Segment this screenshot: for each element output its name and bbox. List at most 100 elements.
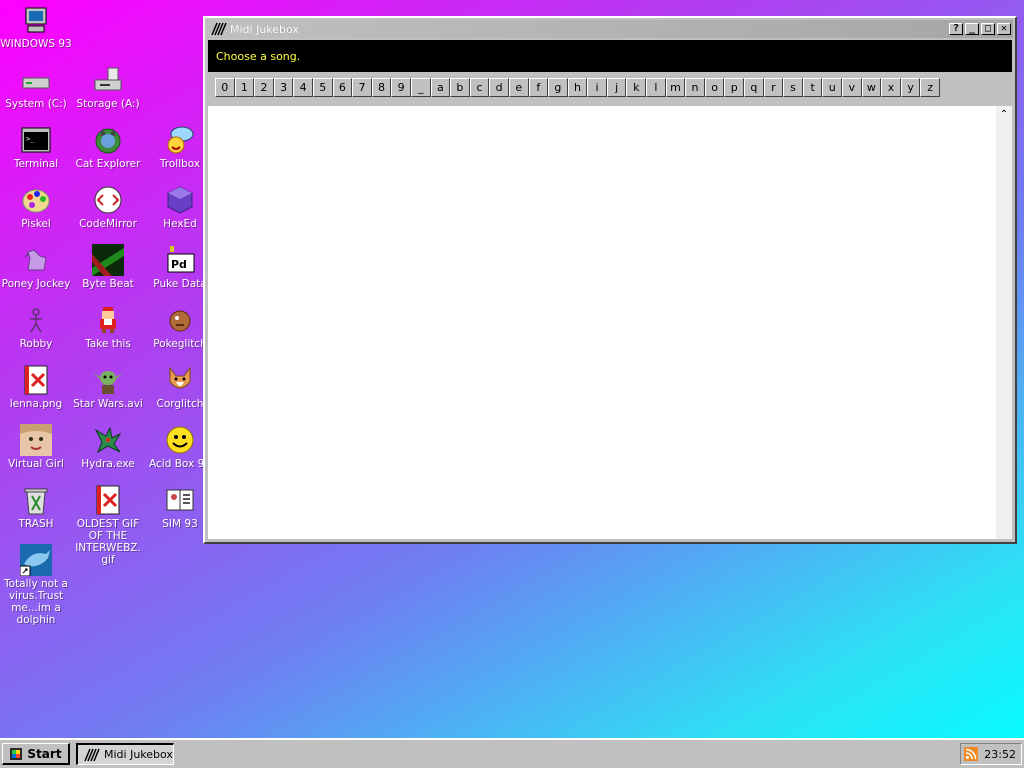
- letter-button[interactable]: v: [842, 78, 862, 97]
- letter-button[interactable]: 0: [215, 78, 235, 97]
- letter-button[interactable]: 1: [234, 78, 255, 97]
- song-prompt: Choose a song.: [216, 49, 301, 63]
- letter-button[interactable]: m: [665, 78, 686, 97]
- letter-button[interactable]: 2: [254, 78, 274, 97]
- desktop-icon-label: Totally not a virus.Trust me...im a dolp…: [4, 578, 68, 626]
- letter-button[interactable]: _: [410, 78, 431, 97]
- letter-button[interactable]: s: [783, 78, 803, 97]
- start-button[interactable]: Start: [2, 743, 70, 765]
- desktop-icon-oldest-gif[interactable]: OLDEST GIF OF THE INTERWEBZ.gif: [72, 484, 144, 566]
- letter-button[interactable]: f: [528, 78, 549, 97]
- desktop-icon-label: Storage (A:): [76, 98, 140, 110]
- desktop-icon-label: Terminal: [13, 158, 59, 170]
- desktop-icon-dolphin[interactable]: Totally not a virus.Trust me...im a dolp…: [0, 544, 72, 626]
- letter-button[interactable]: 9: [391, 78, 411, 97]
- taskbar-item-midi-jukebox[interactable]: Midi Jukebox: [76, 743, 174, 765]
- desktop-icon-codemirror[interactable]: CodeMirror: [72, 184, 144, 230]
- letter-button[interactable]: 5: [312, 78, 333, 97]
- window-title: Midi Jukebox: [230, 22, 299, 36]
- desktop-icon-storage-a[interactable]: Storage (A:): [72, 64, 144, 110]
- letter-button[interactable]: i: [587, 78, 607, 97]
- midi-jukebox-window[interactable]: Midi Jukebox ? _ □ ✕ Choose a song. 0 1 …: [203, 16, 1017, 544]
- desktop-icon-robby[interactable]: Robby: [0, 304, 72, 350]
- letter-button[interactable]: 6: [332, 78, 353, 97]
- letter-button[interactable]: d: [489, 78, 509, 97]
- letter-button[interactable]: u: [822, 78, 842, 97]
- desktop-icon-lenna[interactable]: lenna.png: [0, 364, 72, 410]
- desktop-icon-label: CodeMirror: [79, 218, 137, 230]
- letter-button[interactable]: j: [606, 78, 627, 97]
- desktop-icon-label: lenna.png: [9, 398, 63, 410]
- sim-book-icon: [166, 489, 194, 511]
- palette-icon: [22, 189, 50, 213]
- letter-button[interactable]: b: [450, 78, 470, 97]
- desktop-icon-windows93[interactable]: WINDOWS 93: [0, 4, 72, 50]
- desktop-icon-label: Poney Jockey: [1, 278, 71, 290]
- desktop-icon-piskel[interactable]: Piskel: [0, 184, 72, 230]
- letter-button[interactable]: e: [508, 78, 529, 97]
- desktop-icon-take-this[interactable]: Take this: [72, 304, 144, 350]
- letter-button[interactable]: q: [744, 78, 764, 97]
- corgi-icon: [169, 366, 191, 389]
- desktop-icon-label: TRASH: [18, 518, 54, 530]
- desktop-icon-label: System (C:): [5, 98, 67, 110]
- letter-button[interactable]: x: [881, 78, 901, 97]
- desktop-icon-cat-explorer[interactable]: Cat Explorer: [72, 124, 144, 170]
- cat-globe-icon: [95, 128, 121, 154]
- letter-button[interactable]: c: [469, 78, 490, 97]
- image-file-icon: [24, 365, 48, 395]
- computer-icon: [25, 7, 47, 33]
- letter-button[interactable]: t: [802, 78, 823, 97]
- yoda-icon: [93, 371, 123, 394]
- desktop-icon-hydra[interactable]: Hydra.exe: [72, 424, 144, 470]
- pd-icon: Pd: [167, 246, 195, 273]
- taskbar: Start Midi Jukebox 23:52: [0, 738, 1024, 768]
- desktop-icon-poney-jockey[interactable]: Poney Jockey: [0, 244, 72, 290]
- letter-button[interactable]: p: [724, 78, 745, 97]
- code-icon: [94, 186, 122, 214]
- letter-button[interactable]: r: [763, 78, 784, 97]
- maximize-button[interactable]: □: [981, 23, 995, 35]
- letter-button[interactable]: o: [704, 78, 725, 97]
- desktop-icon-star-wars[interactable]: Star Wars.avi: [72, 364, 144, 410]
- letter-button[interactable]: y: [900, 78, 921, 97]
- letter-button[interactable]: z: [920, 78, 940, 97]
- song-list[interactable]: ⌃: [208, 106, 1012, 539]
- scroll-up-icon[interactable]: ⌃: [998, 110, 1010, 120]
- letter-button[interactable]: g: [548, 78, 568, 97]
- svg-text:>_: >_: [26, 135, 35, 143]
- face-icon: [20, 424, 52, 456]
- dolphin-icon: [20, 544, 52, 576]
- close-button[interactable]: ✕: [997, 23, 1011, 35]
- letter-button[interactable]: h: [567, 78, 588, 97]
- letter-button[interactable]: 8: [371, 78, 392, 97]
- letter-button[interactable]: a: [430, 78, 451, 97]
- desktop-icon-virtual-girl[interactable]: Virtual Girl: [0, 424, 72, 470]
- rss-icon[interactable]: [964, 747, 979, 761]
- desktop-icon-label: OLDEST GIF OF THE INTERWEBZ.gif: [75, 518, 141, 566]
- clock: 23:52: [984, 747, 1016, 761]
- scrollbar[interactable]: ⌃: [996, 106, 1012, 539]
- desktop-icon-system-c[interactable]: System (C:): [0, 64, 72, 110]
- letter-button[interactable]: w: [861, 78, 882, 97]
- desktop-icon-byte-beat[interactable]: Byte Beat: [72, 244, 144, 290]
- letter-button[interactable]: 4: [293, 78, 313, 97]
- minimize-button[interactable]: _: [965, 23, 979, 35]
- letter-button[interactable]: l: [646, 78, 666, 97]
- desktop-icon-label: Byte Beat: [82, 278, 134, 290]
- byte-beat-icon: [92, 244, 124, 276]
- help-button[interactable]: ?: [949, 23, 963, 35]
- terminal-icon: >_: [21, 127, 51, 153]
- letter-button[interactable]: n: [685, 78, 705, 97]
- stick-figure-icon: [30, 308, 42, 333]
- desktop-icon-trash[interactable]: TRASH: [0, 484, 72, 530]
- desktop-icon-label: Take this: [85, 338, 131, 350]
- pony-icon: [24, 249, 47, 271]
- letter-button[interactable]: 3: [273, 78, 294, 97]
- pixel-character-icon: [100, 307, 116, 333]
- trash-icon: [24, 488, 48, 515]
- letter-button[interactable]: 7: [352, 78, 372, 97]
- desktop-icon-terminal[interactable]: >_ Terminal: [0, 124, 72, 170]
- letter-button[interactable]: k: [626, 78, 647, 97]
- window-titlebar[interactable]: Midi Jukebox ? _ □ ✕: [207, 20, 1013, 38]
